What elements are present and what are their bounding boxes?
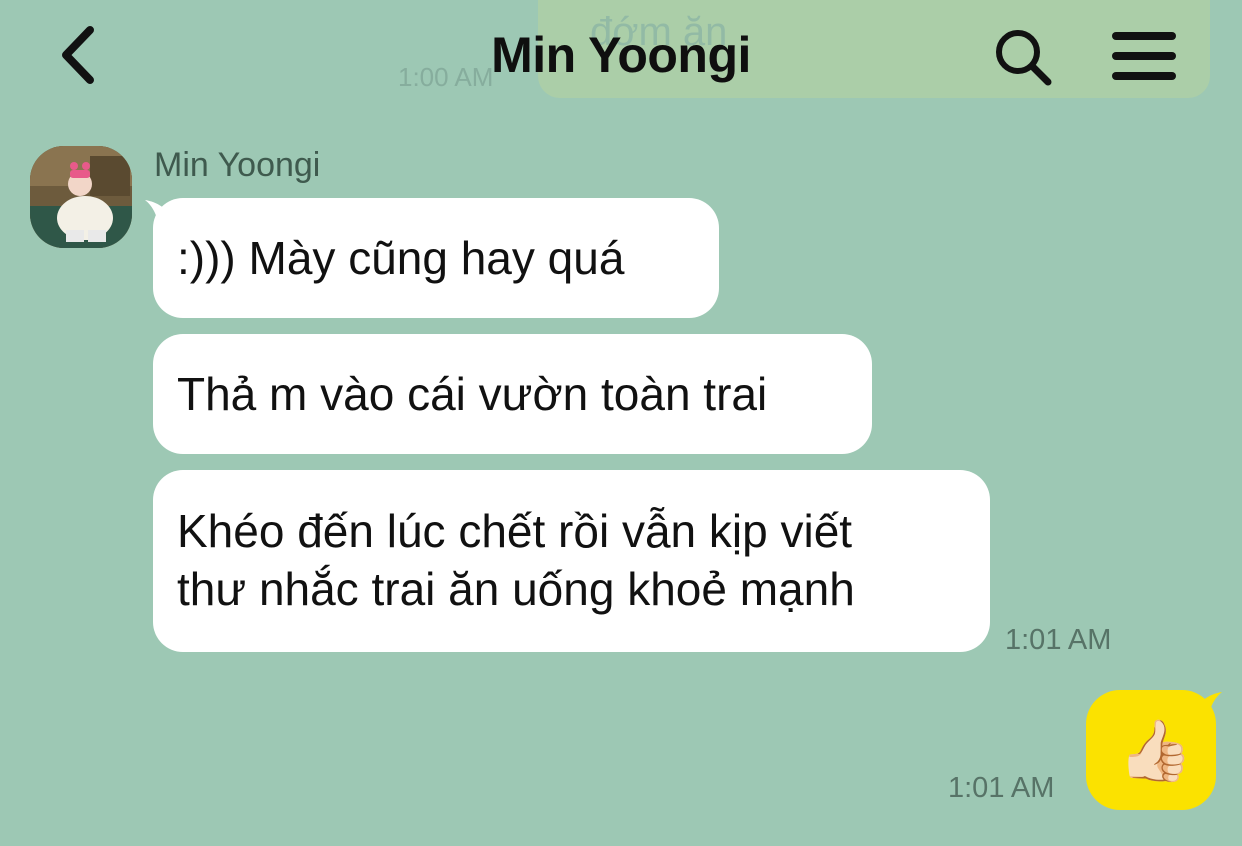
- message-time: 1:01 AM: [1005, 624, 1112, 656]
- message-text-line: Khéo đến lúc chết rồi vẫn kịp viết: [177, 505, 853, 557]
- menu-button[interactable]: [1110, 30, 1178, 82]
- message-bubble[interactable]: :))) Mày cũng hay quá: [153, 198, 719, 318]
- chat-header: Min Yoongi: [0, 0, 1242, 110]
- message-time: 1:01 AM: [948, 772, 1055, 804]
- message-bubble[interactable]: Khéo đến lúc chết rồi vẫn kịp viết thư n…: [153, 470, 990, 652]
- search-icon: [996, 30, 1052, 86]
- message-text: Thả m vào cái vườn toàn trai: [177, 368, 768, 420]
- thumbs-up-emoji: 👍🏻: [1118, 717, 1193, 784]
- sender-name: Min Yoongi: [154, 146, 321, 184]
- avatar-photo: [30, 146, 132, 248]
- search-button[interactable]: [992, 26, 1054, 88]
- contact-avatar[interactable]: [30, 146, 132, 248]
- chat-title: Min Yoongi: [491, 27, 751, 83]
- message-bubble[interactable]: Thả m vào cái vườn toàn trai: [153, 334, 872, 454]
- outgoing-bubble-tail: [1194, 692, 1222, 724]
- message-text-line: thư nhắc trai ăn uống khoẻ mạnh: [177, 563, 855, 615]
- menu-icon: [1112, 32, 1176, 80]
- message-text: :))) Mày cũng hay quá: [177, 232, 625, 284]
